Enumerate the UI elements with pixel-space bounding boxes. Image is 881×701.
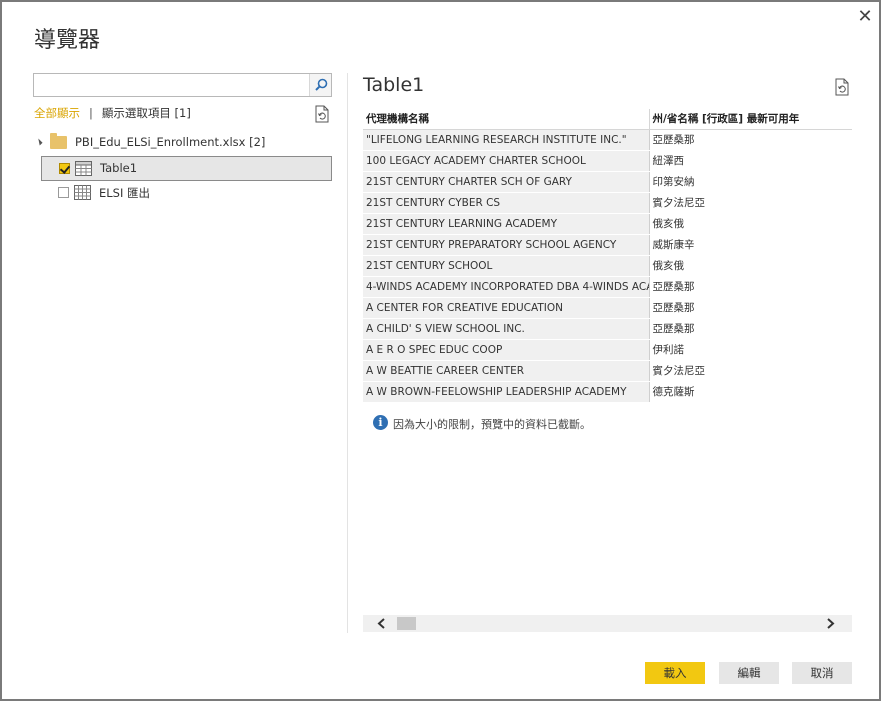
table-body: "LIFELONG LEARNING RESEARCH INSTITUTE IN… — [363, 129, 852, 403]
edit-button[interactable]: 編輯 — [719, 662, 779, 684]
refresh-button[interactable] — [314, 105, 330, 123]
table-row: A E R O SPEC EDUC COOP 伊利諾 — [363, 339, 852, 361]
table-row: A CHILD' S VIEW SCHOOL INC. 亞歷桑那 — [363, 318, 852, 340]
search-icon — [315, 78, 328, 91]
scroll-right-icon[interactable] — [825, 618, 835, 629]
agency-name-cell: A E R O SPEC EDUC COOP — [363, 339, 650, 361]
show-selected-link[interactable]: 顯示選取項目 [1] — [102, 106, 191, 120]
navigator-dialog: ✕ 導覽器 全部顯示 | 顯示選取項目 [1] PBI_Edu_ELSi_Enrol… — [0, 0, 881, 701]
horizontal-scrollbar[interactable] — [363, 615, 852, 632]
tree-file-node[interactable]: PBI_Edu_ELSi_Enrollment.xlsx [2] — [35, 133, 327, 152]
table-row: 21ST CENTURY LEARNING ACADEMY 俄亥俄 — [363, 213, 852, 235]
table-icon — [75, 161, 92, 176]
filter-separator: | — [89, 106, 93, 120]
file-name: PBI_Edu_ELSi_Enrollment.xlsx [2] — [75, 135, 266, 149]
agency-name-cell: 21ST CENTURY SCHOOL — [363, 255, 650, 277]
sheet-icon — [74, 185, 91, 200]
info-icon: i — [373, 415, 388, 430]
preview-table-container[interactable]: 代理機構名稱 州/省名稱 [行政區] 最新可用年 "LIFELONG LEARN… — [363, 109, 852, 404]
state-name-cell: 紐澤西 — [649, 150, 852, 172]
refresh-icon — [315, 105, 329, 123]
agency-name-cell: A W BEATTIE CAREER CENTER — [363, 360, 650, 382]
preview-table: 代理機構名稱 州/省名稱 [行政區] 最新可用年 "LIFELONG LEARN… — [363, 109, 852, 403]
tree-item-table1[interactable]: Table1 — [41, 156, 332, 181]
tree-item-label: Table1 — [100, 161, 138, 175]
search-input[interactable] — [36, 75, 306, 95]
state-name-cell: 威斯康辛 — [649, 234, 852, 256]
agency-name-cell: "LIFELONG LEARNING RESEARCH INSTITUTE IN… — [363, 129, 650, 151]
state-name-cell: 德克薩斯 — [649, 381, 852, 403]
table-row: 4-WINDS ACADEMY INCORPORATED DBA 4-WINDS… — [363, 276, 852, 298]
state-name-cell: 伊利諾 — [649, 339, 852, 361]
agency-name-cell: 21ST CENTURY CYBER CS — [363, 192, 650, 214]
table-row: "LIFELONG LEARNING RESEARCH INSTITUTE IN… — [363, 129, 852, 151]
state-name-cell: 亞歷桑那 — [649, 297, 852, 319]
load-button[interactable]: 載入 — [645, 662, 705, 684]
state-name-cell: 亞歷桑那 — [649, 129, 852, 151]
info-text: 因為大小的限制，預覽中的資料已截斷。 — [393, 418, 591, 431]
state-name-cell: 俄亥俄 — [649, 213, 852, 235]
tree-item-label: ELSI 匯出 — [99, 186, 151, 200]
folder-icon — [50, 133, 67, 149]
column-header[interactable]: 州/省名稱 [行政區] 最新可用年 — [649, 109, 852, 130]
pane-divider — [347, 73, 348, 633]
agency-name-cell: A W BROWN-FEELOWSHIP LEADERSHIP ACADEMY — [363, 381, 650, 403]
close-button[interactable]: ✕ — [854, 6, 876, 28]
state-name-cell: 亞歷桑那 — [649, 276, 852, 298]
preview-title: Table1 — [363, 74, 425, 96]
state-name-cell: 賓夕法尼亞 — [649, 360, 852, 382]
close-icon: ✕ — [857, 6, 873, 27]
scrollbar-thumb[interactable] — [397, 617, 416, 630]
agency-name-cell: 21ST CENTURY LEARNING ACADEMY — [363, 213, 650, 235]
table1-checkbox[interactable] — [59, 163, 70, 174]
table-header-row: 代理機構名稱 州/省名稱 [行政區] 最新可用年 — [363, 109, 852, 130]
table-row: 21ST CENTURY CYBER CS 賓夕法尼亞 — [363, 192, 852, 214]
agency-name-cell: 4-WINDS ACADEMY INCORPORATED DBA 4-WINDS… — [363, 276, 650, 298]
search-button[interactable] — [309, 74, 331, 96]
table-row: 100 LEGACY ACADEMY CHARTER SCHOOL 紐澤西 — [363, 150, 852, 172]
show-all-link[interactable]: 全部顯示 — [34, 106, 80, 120]
elsi-export-checkbox[interactable] — [58, 187, 69, 198]
filter-row: 全部顯示 | 顯示選取項目 [1] — [34, 105, 191, 123]
search-box — [33, 73, 332, 97]
cancel-button[interactable]: 取消 — [792, 662, 852, 684]
collapse-arrow-icon[interactable] — [35, 138, 43, 146]
refresh-icon — [835, 78, 849, 96]
table-row: 21ST CENTURY PREPARATORY SCHOOL AGENCY 威斯… — [363, 234, 852, 256]
agency-name-cell: 21ST CENTURY PREPARATORY SCHOOL AGENCY — [363, 234, 650, 256]
preview-refresh-button[interactable] — [834, 78, 850, 96]
table-row: 21ST CENTURY SCHOOL 俄亥俄 — [363, 255, 852, 277]
table-row: 21ST CENTURY CHARTER SCH OF GARY 印第安納 — [363, 171, 852, 193]
column-header[interactable]: 代理機構名稱 — [363, 109, 650, 130]
agency-name-cell: A CENTER FOR CREATIVE EDUCATION — [363, 297, 650, 319]
dialog-title: 導覽器 — [34, 28, 101, 53]
agency-name-cell: A CHILD' S VIEW SCHOOL INC. — [363, 318, 650, 340]
state-name-cell: 印第安納 — [649, 171, 852, 193]
table-row: A W BROWN-FEELOWSHIP LEADERSHIP ACADEMY 德… — [363, 381, 852, 403]
tree-item-elsi-export[interactable]: ELSI 匯出 — [41, 181, 332, 206]
agency-name-cell: 21ST CENTURY CHARTER SCH OF GARY — [363, 171, 650, 193]
scroll-left-icon[interactable] — [377, 618, 387, 629]
state-name-cell: 亞歷桑那 — [649, 318, 852, 340]
table-row: A W BEATTIE CAREER CENTER 賓夕法尼亞 — [363, 360, 852, 382]
state-name-cell: 俄亥俄 — [649, 255, 852, 277]
state-name-cell: 賓夕法尼亞 — [649, 192, 852, 214]
table-row: A CENTER FOR CREATIVE EDUCATION 亞歷桑那 — [363, 297, 852, 319]
agency-name-cell: 100 LEGACY ACADEMY CHARTER SCHOOL — [363, 150, 650, 172]
